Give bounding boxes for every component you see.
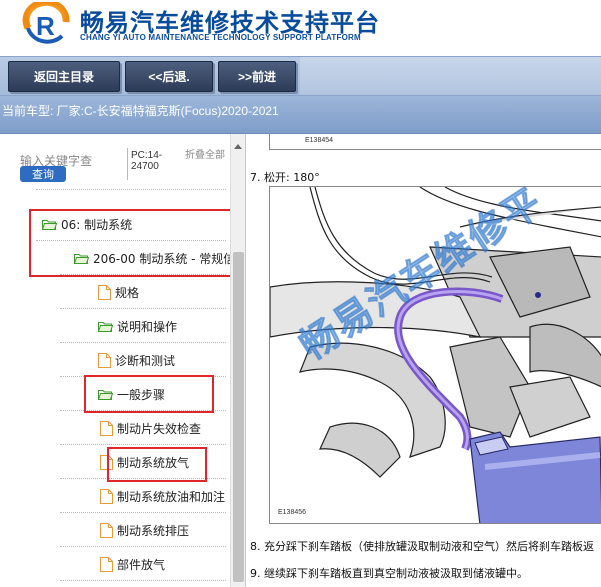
tree-item-drain-fill[interactable]: 制动系统放油和加注 [100, 480, 225, 512]
current-vehicle-model: 当前车型: 厂家:C-长安福特福克斯(Focus)2020-2021 [2, 104, 279, 118]
search-divider [127, 148, 128, 180]
tree-item-diagnosis-testing[interactable]: 诊断和测试 [98, 344, 175, 376]
tree-item-label: 制动片失效检查 [117, 421, 202, 436]
pc-code-label: PC:14-24700 [131, 150, 163, 172]
page-icon [98, 284, 111, 300]
procedure-step-8: 8. 充分踩下刹车踏板（使排放罐汲取制动液和空气）然后将刹车踏板返 [250, 540, 594, 553]
vehicle-model-bar: 当前车型: 厂家:C-长安福特福克斯(Focus)2020-2021 [0, 96, 601, 134]
scroll-up-arrow-icon[interactable] [234, 144, 242, 149]
collapse-all-link[interactable]: 折叠全部 [185, 150, 227, 161]
back-to-main-menu-button[interactable]: 返回主目录 [8, 61, 120, 92]
svg-text:R: R [36, 11, 55, 41]
tree-item-label: 制动系统放油和加注 [117, 489, 226, 504]
highlight-box [107, 447, 207, 482]
page-icon [100, 488, 113, 504]
tree-item-label: 部件放气 [117, 557, 166, 572]
tree-item-label: 制动系统排压 [117, 523, 190, 538]
tree-item-pad-wear-check[interactable]: 制动片失效检查 [100, 412, 201, 444]
forward-button[interactable]: >>前进 [218, 61, 296, 92]
page-icon [100, 420, 113, 436]
tree-divider [60, 546, 226, 547]
page-icon [98, 352, 111, 368]
procedure-step-9: 9. 继续踩下刹车踏板直到真空制动液被汲取到储液罐中。 [250, 567, 528, 580]
tree-divider [36, 189, 226, 190]
tree-divider [60, 512, 226, 513]
navigation-tree-panel: 输入关键字查 查询 PC:14-24700 折叠全部 06: 制动系统 206-… [0, 134, 246, 587]
tree-item-depressurize[interactable]: 制动系统排压 [100, 514, 189, 546]
back-button[interactable]: <<后退. [125, 61, 213, 92]
figure-code: E138456 [278, 509, 307, 516]
tree-item-description-operation[interactable]: 说明和操作 [98, 310, 177, 342]
page-icon [100, 522, 113, 538]
tree-divider [60, 580, 226, 581]
tree-item-label: 说明和操作 [117, 319, 178, 334]
nav-toolbar: 返回主目录 <<后退. >>前进 [0, 56, 601, 96]
search-button[interactable]: 查询 [20, 166, 66, 182]
highlight-box [84, 375, 214, 413]
tree-item-label: 诊断和测试 [115, 353, 176, 368]
page-icon [100, 556, 113, 572]
tree-scrollbar[interactable] [230, 134, 245, 587]
previous-figure-edge: E138454 [269, 134, 601, 150]
tree-search-bar: 输入关键字查 查询 PC:14-24700 折叠全部 [0, 134, 245, 186]
app-header: R 畅易汽车维修技术支持平台 CHANG YI AUTO MAINTENANCE… [0, 0, 601, 56]
chang-yi-logo-icon: R [22, 0, 72, 48]
figure-code: E138454 [305, 137, 334, 144]
tree-divider [60, 308, 226, 309]
tree-item-specifications[interactable]: 规格 [98, 276, 139, 308]
folder-open-icon [98, 321, 113, 332]
highlight-box [29, 209, 237, 277]
tree-divider [60, 342, 226, 343]
tree-item-label: 规格 [115, 285, 140, 300]
procedure-step-7: 7. 松开: 180° [250, 171, 320, 184]
scrollbar-thumb[interactable] [233, 252, 244, 582]
tree-item-component-bleeding[interactable]: 部件放气 [100, 548, 165, 580]
platform-subtitle: CHANG YI AUTO MAINTENANCE TECHNOLOGY SUP… [80, 33, 361, 42]
toolbar-spacer [300, 57, 601, 95]
tree-divider [60, 444, 226, 445]
document-viewer: E138454 7. 松开: 180° E138456 畅易汽车维修平 8. 充… [247, 134, 601, 587]
